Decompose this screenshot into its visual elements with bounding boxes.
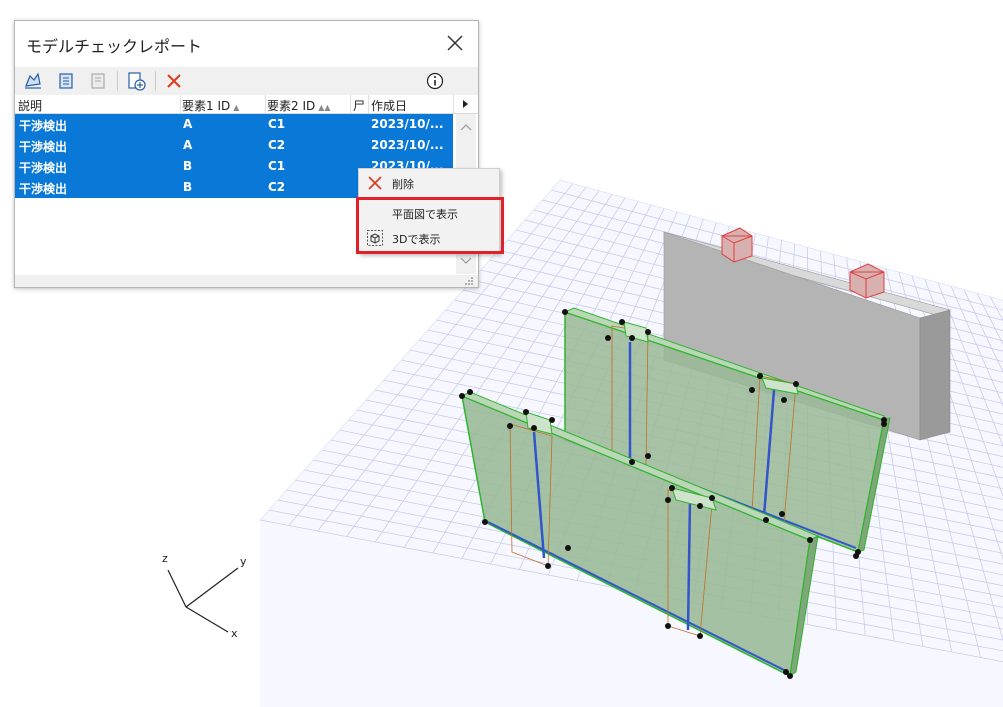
vertex-dot	[482, 519, 488, 525]
vertex-dot	[605, 335, 611, 341]
menu-item-label: 削除	[392, 178, 414, 191]
table-row[interactable]: 干渉検出 A C2 2023/10/...	[15, 135, 453, 156]
vertex-dot	[531, 425, 537, 431]
vertex-dot	[629, 459, 635, 465]
dialog-title: モデルチェックレポート	[26, 37, 203, 56]
vertex-dot	[565, 545, 571, 551]
axis-label-y: y	[240, 555, 247, 568]
vertex-dot	[467, 389, 473, 395]
dialog-titlebar[interactable]: モデルチェックレポート	[15, 21, 478, 65]
vertex-dot	[807, 537, 813, 543]
delete-x-icon	[368, 176, 382, 190]
delete-icon[interactable]	[163, 70, 185, 92]
table-header: 説明 要素1 ID ▲ 要素2 ID ▲▲ 尸 作成日	[15, 95, 478, 114]
vertex-dot	[881, 421, 887, 427]
scroll-right-arrow-icon[interactable]	[460, 99, 470, 109]
vertex-dot	[619, 319, 625, 325]
select-elements-icon[interactable]	[22, 70, 44, 92]
vertex-dot	[562, 309, 568, 315]
close-icon[interactable]	[444, 32, 466, 54]
axis-label-x: x	[231, 627, 238, 640]
column-header-created-date[interactable]: 作成日	[371, 97, 407, 113]
vertex-dot	[783, 669, 789, 675]
add-report-icon[interactable]	[125, 70, 147, 92]
vertex-dot	[793, 381, 799, 387]
vertex-dot	[697, 633, 703, 639]
vertex-dot	[645, 453, 651, 459]
vertex-dot	[549, 417, 555, 423]
vertex-dot	[665, 497, 671, 503]
column-header-element1-id[interactable]: 要素1 ID ▲	[182, 97, 239, 113]
dialog-toolbar	[15, 67, 478, 95]
vertex-dot	[507, 423, 513, 429]
vertex-dot	[645, 329, 651, 335]
axis-gizmo	[167, 567, 239, 633]
toolbar-separator	[117, 71, 118, 91]
axis-label-z: z	[162, 552, 168, 565]
vertex-dot	[665, 623, 671, 629]
sort-arrow-icon: ▲▲	[318, 103, 331, 112]
resize-grip-icon[interactable]	[464, 276, 474, 286]
vertex-dot	[763, 517, 769, 523]
scroll-up-arrow-icon[interactable]	[460, 122, 472, 132]
vertex-dot	[779, 511, 785, 517]
vertex-dot	[749, 387, 755, 393]
show-elements-icon[interactable]	[55, 70, 77, 92]
column-header-element2-id[interactable]: 要素2 ID ▲▲	[267, 97, 331, 113]
vertex-dot	[629, 335, 635, 341]
column-header-extra[interactable]: 尸	[353, 97, 365, 113]
vertex-dot	[669, 485, 675, 491]
vertex-dot	[709, 495, 715, 501]
toolbar-separator	[155, 71, 156, 91]
vertex-dot	[545, 563, 551, 569]
dialog-status-bar	[15, 275, 478, 287]
vertex-dot	[853, 553, 859, 559]
column-header-description[interactable]: 説明	[18, 97, 42, 113]
table-row[interactable]: 干渉検出 A C1 2023/10/...	[15, 114, 453, 135]
vertex-dot	[523, 409, 529, 415]
vertex-dot	[697, 503, 703, 509]
scroll-down-arrow-icon[interactable]	[460, 256, 472, 266]
info-icon[interactable]	[424, 70, 446, 92]
highlight-box	[356, 197, 504, 254]
show-elements-disabled-icon	[91, 73, 105, 89]
sort-arrow-icon: ▲	[233, 103, 240, 112]
vertex-dot	[781, 397, 787, 403]
vertex-dot	[459, 393, 465, 399]
menu-item-delete[interactable]: 削除	[359, 172, 499, 194]
vertex-dot	[757, 373, 763, 379]
